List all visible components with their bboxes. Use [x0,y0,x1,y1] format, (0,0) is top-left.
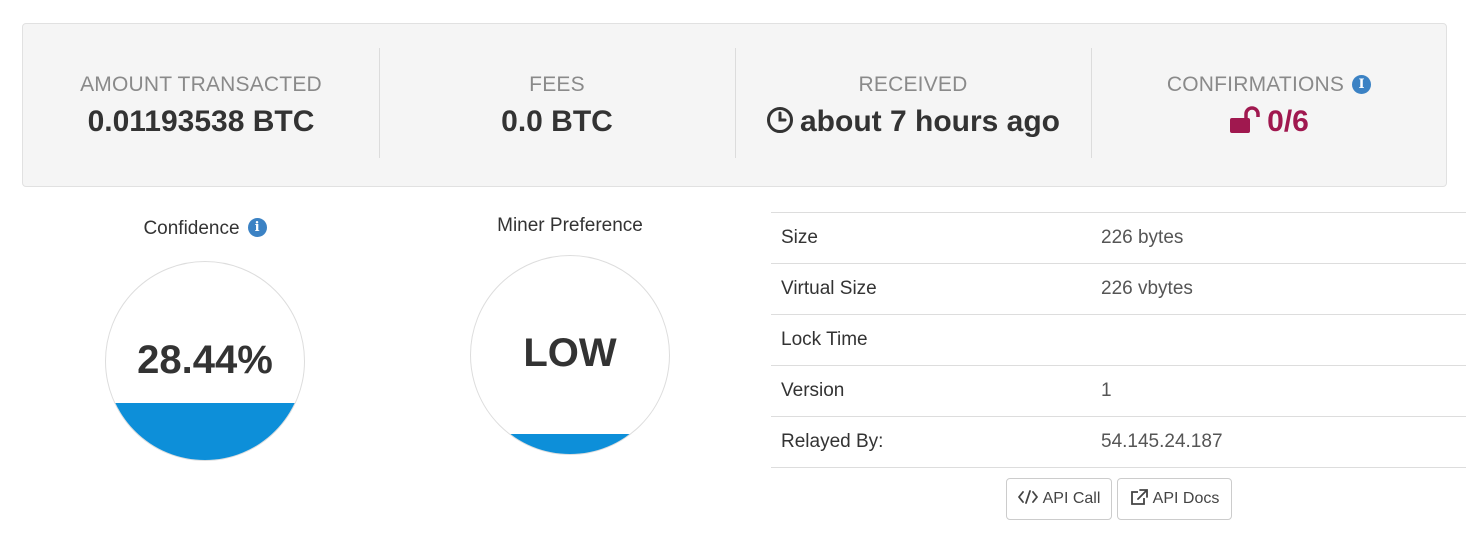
row-key: Virtual Size [781,278,877,299]
received-stat: RECEIVED about 7 hours ago [735,48,1091,158]
miner-preference-gauge: LOW [470,255,670,455]
amount-transacted-stat: AMOUNT TRANSACTED 0.01193538 BTC [23,48,379,158]
confidence-title: Confidence [143,218,240,239]
api-docs-label: API Docs [1152,490,1220,507]
amount-transacted-label: AMOUNT TRANSACTED [80,73,322,96]
unlock-icon [1229,106,1261,143]
confidence-fill [106,403,304,460]
miner-preference-title: Miner Preference [497,215,643,236]
confirmations-label: CONFIRMATIONS [1166,73,1345,96]
row-key: Version [781,380,845,401]
confidence-gauge: 28.44% [105,261,305,461]
external-link-icon [1130,488,1153,510]
fees-label: FEES [529,73,585,96]
table-row: Virtual Size 226 vbytes [771,263,1466,315]
api-docs-button[interactable]: API Docs [1117,478,1232,520]
api-call-button[interactable]: API Call [1006,478,1112,520]
row-key: Relayed By: [781,431,884,452]
info-icon[interactable]: i [1352,75,1372,94]
info-icon[interactable]: i [247,218,267,237]
transaction-summary-panel: AMOUNT TRANSACTED 0.01193538 BTC FEES 0.… [22,23,1447,187]
confidence-section: Confidence i [105,217,305,241]
miner-preference-value: LOW [523,331,617,375]
confirmations-value-row: 0/6 [1091,104,1447,143]
table-row: Lock Time [771,314,1466,366]
row-value: 54.145.24.187 [1101,431,1223,452]
row-value: 226 vbytes [1101,278,1193,299]
fees-stat: FEES 0.0 BTC [379,48,735,158]
confirmations-stat: CONFIRMATIONS i 0/6 [1091,48,1447,158]
confidence-value: 28.44% [137,338,273,382]
transaction-details-table: Size 226 bytes Virtual Size 226 vbytes L… [771,212,1466,468]
confirmations-value: 0/6 [1267,105,1309,138]
fees-value: 0.0 BTC [501,105,613,138]
received-label: RECEIVED [858,73,968,96]
confirmations-label-row: CONFIRMATIONS i [1091,72,1447,98]
miner-preference-fill [471,434,669,454]
clock-icon [766,106,794,143]
amount-transacted-value: 0.01193538 BTC [87,105,315,138]
row-value [1091,315,1466,366]
table-row: Relayed By: 54.145.24.187 [771,416,1466,468]
row-key: Size [781,227,818,248]
code-icon [1017,489,1043,509]
row-value: 1 [1101,380,1112,401]
received-value: about 7 hours ago [799,105,1060,138]
table-row: Size 226 bytes [771,212,1466,264]
confidence-title-row: Confidence i [105,217,305,241]
row-key: Lock Time [781,329,868,350]
table-row: Version 1 [771,365,1466,417]
received-value-row: about 7 hours ago [735,104,1091,143]
miner-preference-section: Miner Preference [470,214,670,238]
api-call-label: API Call [1042,490,1101,507]
row-value: 226 bytes [1101,227,1184,248]
